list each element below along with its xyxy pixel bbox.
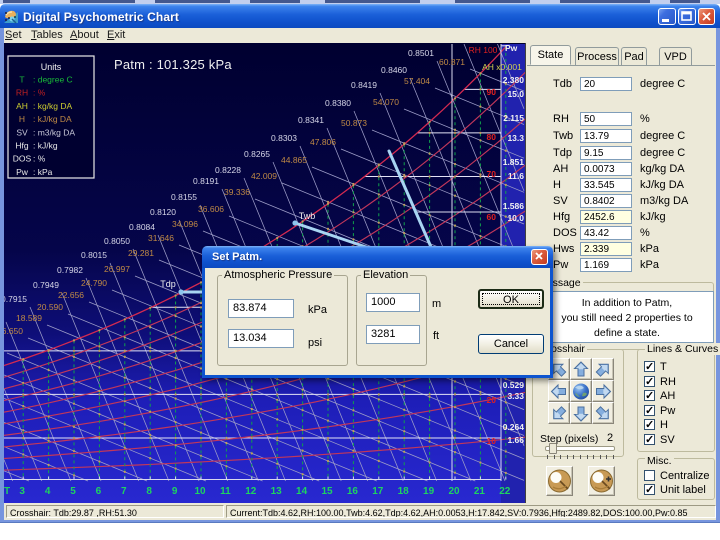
svg-text:0.7982: 0.7982 <box>57 265 83 275</box>
svg-text:DOS: DOS <box>13 154 32 164</box>
svg-text:24.790: 24.790 <box>81 278 107 288</box>
svg-text:0.8501: 0.8501 <box>408 48 434 58</box>
svg-text:21: 21 <box>474 486 486 497</box>
svg-text:47.806: 47.806 <box>310 137 336 147</box>
svg-text:Patm : 101.325 kPa: Patm : 101.325 kPa <box>114 57 232 72</box>
svg-text:Pw: Pw <box>16 167 29 177</box>
svg-text:11.6: 11.6 <box>508 171 524 181</box>
svg-text:1.586: 1.586 <box>503 201 525 211</box>
svg-text:H: H <box>19 114 25 124</box>
svg-text:22.656: 22.656 <box>58 290 84 300</box>
svg-text:13.3: 13.3 <box>507 133 524 143</box>
svg-text:14: 14 <box>296 486 308 497</box>
svg-text:15.0: 15.0 <box>507 89 524 99</box>
svg-text:5: 5 <box>70 486 76 497</box>
svg-text:31.646: 31.646 <box>148 233 174 243</box>
svg-text:0.7915: 0.7915 <box>4 294 27 304</box>
svg-text:1.851: 1.851 <box>503 157 525 167</box>
svg-text:20.590: 20.590 <box>37 302 63 312</box>
svg-text:29.281: 29.281 <box>128 248 154 258</box>
svg-text:0.8191: 0.8191 <box>193 176 219 186</box>
svg-text:0.8050: 0.8050 <box>104 236 130 246</box>
svg-text:34.096: 34.096 <box>172 219 198 229</box>
svg-text:RH: RH <box>16 88 28 98</box>
svg-text:57.404: 57.404 <box>404 76 430 86</box>
svg-text:44.865: 44.865 <box>281 155 307 165</box>
svg-text:20: 20 <box>487 395 497 405</box>
svg-text:: degree C: : degree C <box>33 75 73 85</box>
svg-text:8: 8 <box>146 486 152 497</box>
svg-text:0.8380: 0.8380 <box>325 98 351 108</box>
svg-text:: m3/kg DA: : m3/kg DA <box>33 127 75 137</box>
svg-text:4: 4 <box>45 486 51 497</box>
svg-text:17: 17 <box>372 486 384 497</box>
svg-text:Units: Units <box>41 62 62 72</box>
svg-text:0.8460: 0.8460 <box>381 65 407 75</box>
svg-text:42.009: 42.009 <box>251 171 277 181</box>
svg-text:39.336: 39.336 <box>224 187 250 197</box>
svg-text:1.66: 1.66 <box>507 435 524 445</box>
svg-text:Hfg: Hfg <box>15 141 29 151</box>
svg-text:70: 70 <box>487 169 497 179</box>
svg-text:20: 20 <box>448 486 460 497</box>
svg-text:: kg/kg DA: : kg/kg DA <box>33 101 73 111</box>
svg-text:3.33: 3.33 <box>507 391 524 401</box>
svg-text:: kJ/kg: : kJ/kg <box>33 141 58 151</box>
svg-text:13: 13 <box>271 486 283 497</box>
svg-text:9: 9 <box>172 486 178 497</box>
svg-text:90: 90 <box>487 87 497 97</box>
svg-text:6: 6 <box>96 486 102 497</box>
svg-text:26.997: 26.997 <box>104 264 130 274</box>
svg-text:2.115: 2.115 <box>503 113 524 123</box>
svg-text:Tdp: Tdp <box>160 279 176 289</box>
svg-text:18: 18 <box>398 486 410 497</box>
svg-text:11: 11 <box>220 486 231 497</box>
svg-text:15: 15 <box>321 486 333 497</box>
svg-text:54.070: 54.070 <box>373 97 399 107</box>
svg-text:0.7949: 0.7949 <box>33 280 59 290</box>
svg-text:Twb: Twb <box>299 211 316 221</box>
svg-text:0.8084: 0.8084 <box>129 222 155 232</box>
svg-text:10: 10 <box>194 486 206 497</box>
svg-text:0.8155: 0.8155 <box>171 192 197 202</box>
svg-text:36.606: 36.606 <box>198 204 224 214</box>
svg-text:10: 10 <box>487 436 497 446</box>
svg-text:0.8265: 0.8265 <box>244 149 270 159</box>
svg-text:16: 16 <box>347 486 359 497</box>
svg-text:7: 7 <box>121 486 127 497</box>
svg-text:: kPa: : kPa <box>33 167 53 177</box>
svg-text:0.8120: 0.8120 <box>150 207 176 217</box>
svg-text:0.8341: 0.8341 <box>298 115 324 125</box>
svg-text:AH x0.001: AH x0.001 <box>482 62 522 72</box>
svg-text:2.380: 2.380 <box>503 75 525 85</box>
svg-text:10.0: 10.0 <box>507 213 524 223</box>
svg-text:80: 80 <box>487 132 497 142</box>
svg-text:0.8303: 0.8303 <box>271 133 297 143</box>
svg-text:12: 12 <box>245 486 257 497</box>
svg-text:22: 22 <box>499 486 511 497</box>
svg-text:T: T <box>4 486 10 497</box>
svg-text:0.8015: 0.8015 <box>81 250 107 260</box>
svg-text:0.8419: 0.8419 <box>351 80 377 90</box>
svg-text:50.873: 50.873 <box>341 118 367 128</box>
svg-text:Pw: Pw <box>505 44 518 53</box>
svg-text:T: T <box>19 75 24 85</box>
svg-text:16.650: 16.650 <box>4 326 23 336</box>
svg-text:: %: : % <box>33 154 46 164</box>
svg-text:RH 100: RH 100 <box>469 45 498 55</box>
svg-text:SV: SV <box>16 127 28 137</box>
svg-text:AH: AH <box>16 101 28 111</box>
svg-text:3: 3 <box>19 486 25 497</box>
svg-text:0.8228: 0.8228 <box>215 165 241 175</box>
svg-text:18.589: 18.589 <box>16 313 42 323</box>
svg-text:60: 60 <box>487 212 497 222</box>
svg-text:0.264: 0.264 <box>503 422 525 432</box>
svg-text:: kJ/kg DA: : kJ/kg DA <box>33 114 72 124</box>
svg-text:0.529: 0.529 <box>503 380 525 390</box>
svg-text:19: 19 <box>423 486 435 497</box>
svg-text:: %: : % <box>33 88 46 98</box>
svg-text:60.871: 60.871 <box>439 57 465 67</box>
